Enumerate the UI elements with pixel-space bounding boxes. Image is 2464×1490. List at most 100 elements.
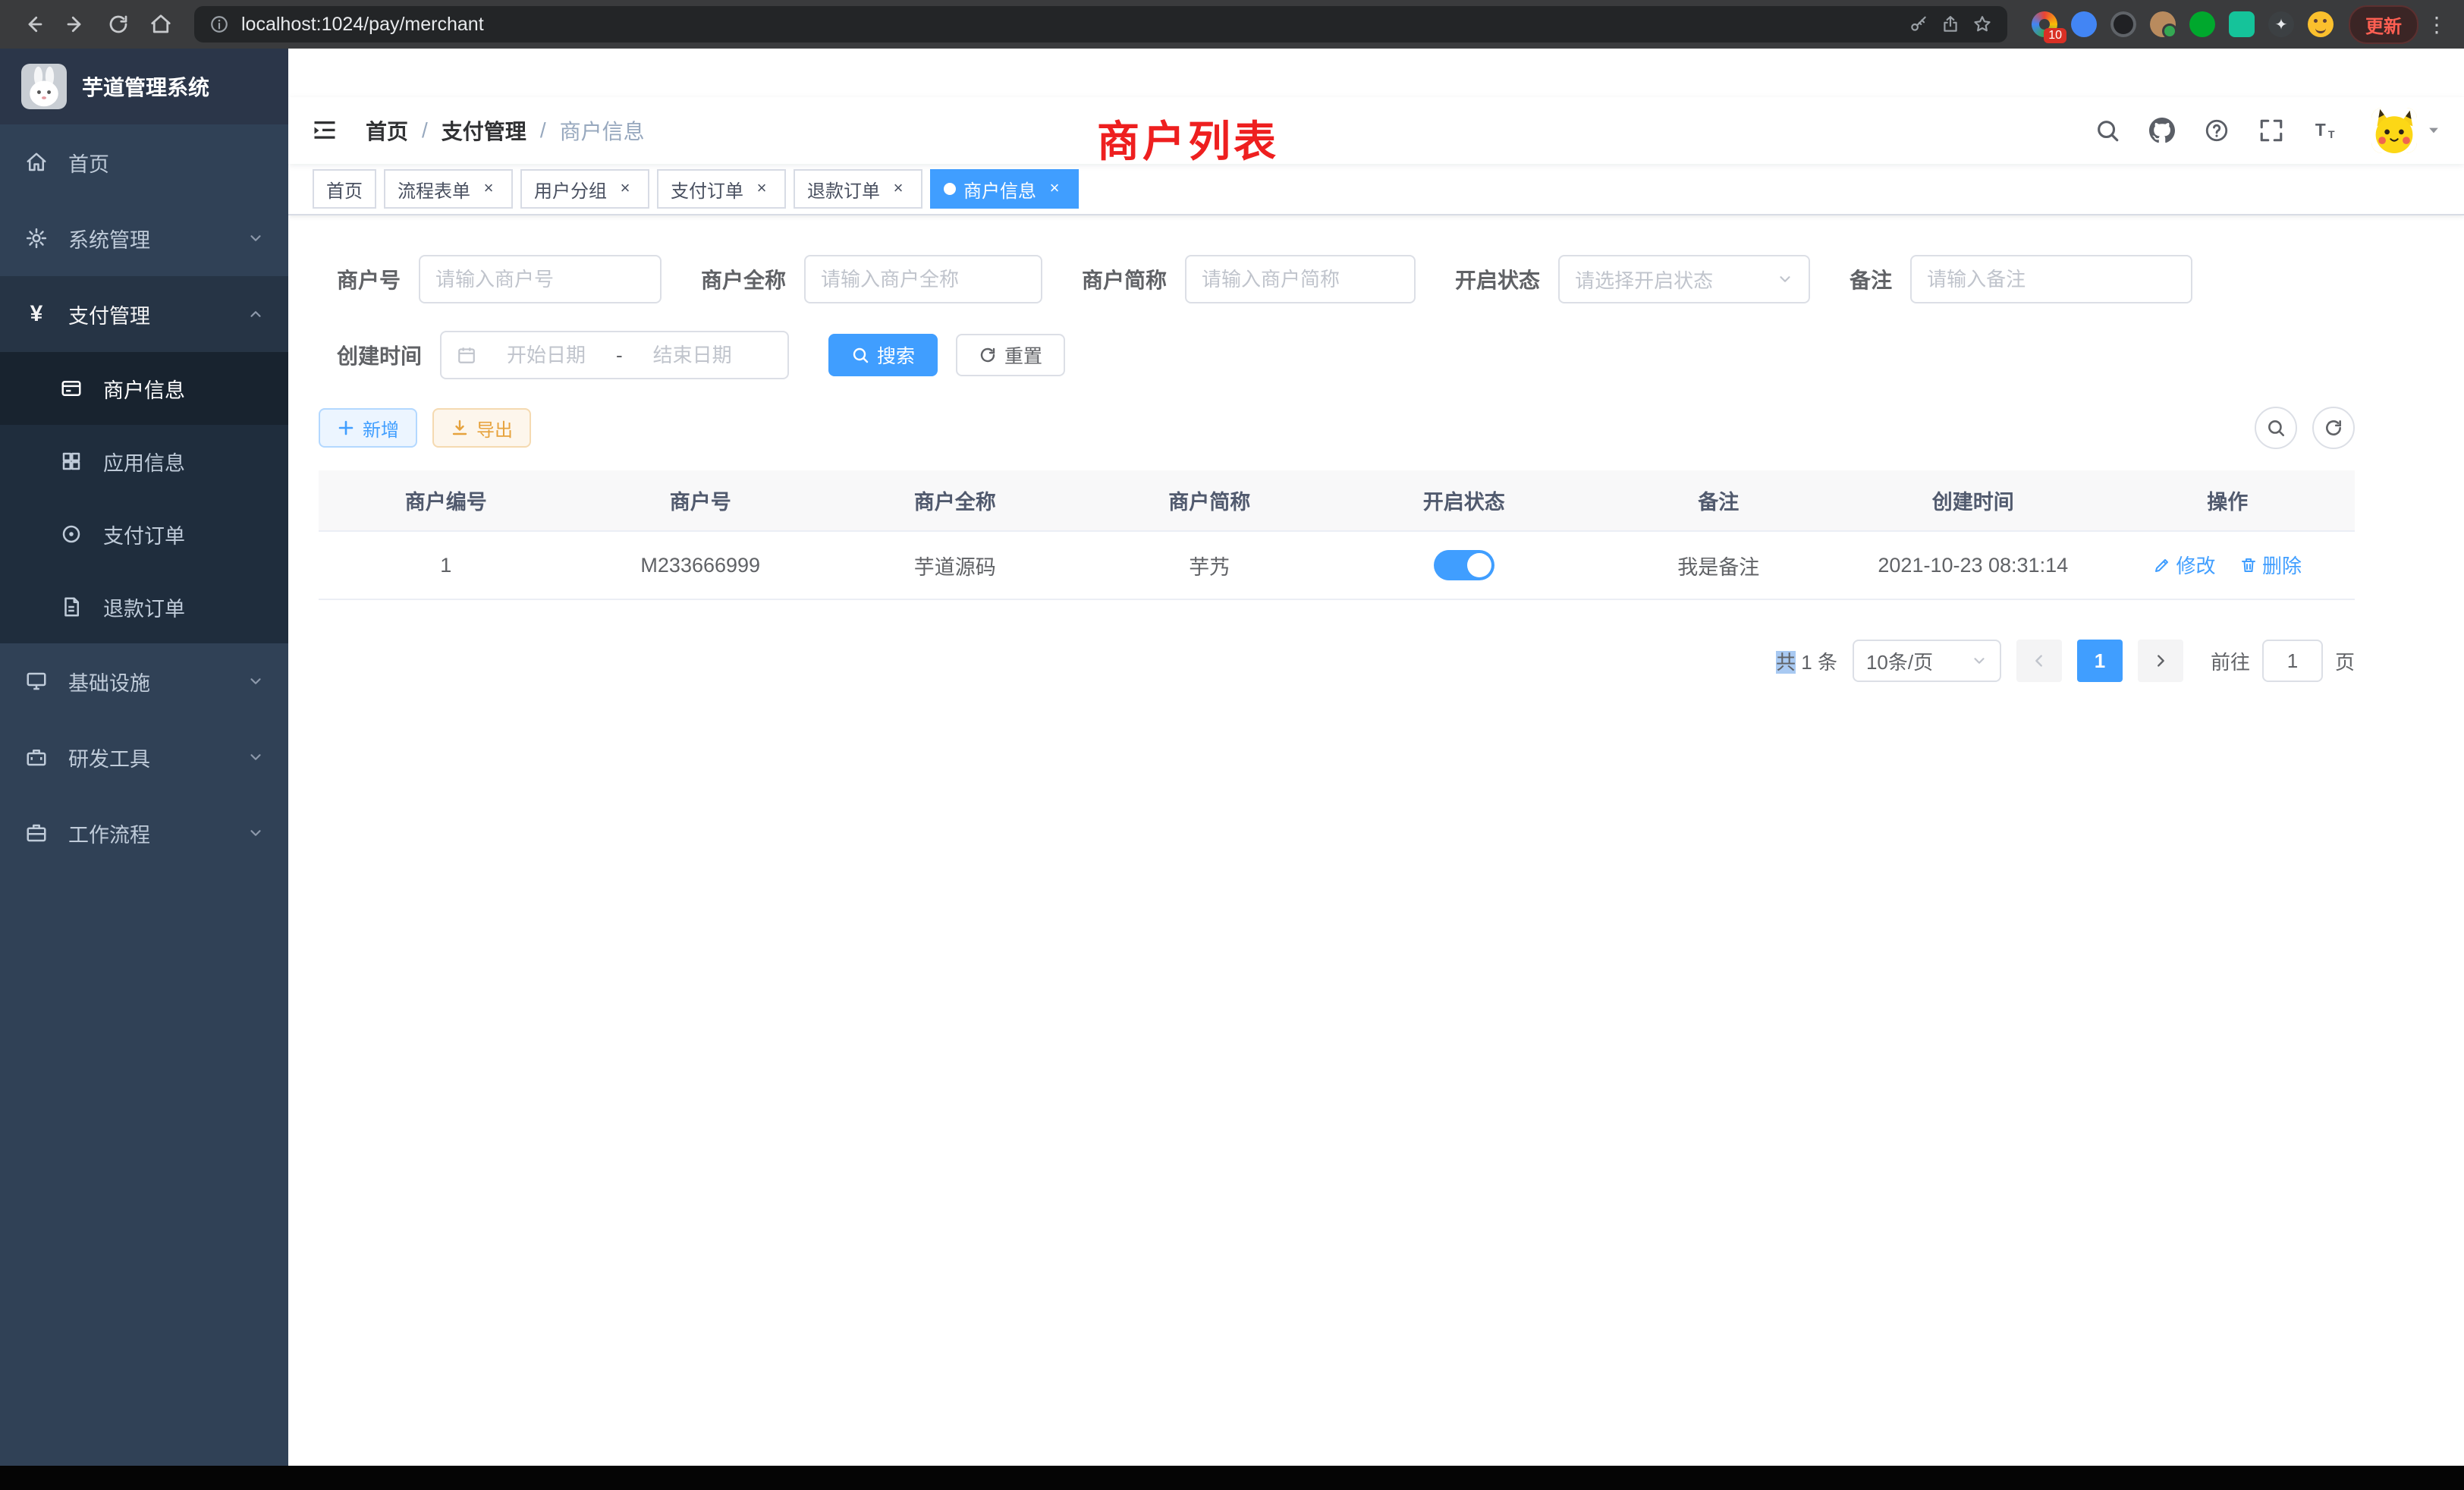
next-page-button[interactable] — [2138, 640, 2183, 682]
extension-dark-icon[interactable] — [2110, 11, 2136, 37]
browser-back-icon[interactable] — [15, 6, 52, 42]
date-range-picker[interactable]: - — [440, 331, 789, 379]
short-name-input[interactable] — [1185, 255, 1416, 303]
breadcrumb-payment[interactable]: 支付管理 — [442, 115, 526, 146]
export-button[interactable]: 导出 — [432, 408, 531, 448]
sidebar-item-dev-tools[interactable]: 研发工具 — [0, 719, 288, 795]
font-size-icon[interactable]: TT — [2311, 115, 2341, 146]
tab-process-form[interactable]: 流程表单 × — [384, 169, 513, 209]
remark-field[interactable] — [1927, 268, 2176, 291]
filter-label: 商户全称 — [701, 264, 786, 294]
close-icon[interactable]: × — [478, 178, 499, 200]
sidebar-toggle-icon[interactable] — [311, 115, 341, 146]
filter-label: 商户号 — [337, 264, 401, 294]
tab-user-group[interactable]: 用户分组 × — [520, 169, 649, 209]
end-date-field[interactable] — [632, 344, 753, 367]
search-button[interactable]: 搜索 — [828, 334, 938, 376]
browser-forward-icon[interactable] — [58, 6, 94, 42]
remark-input[interactable] — [1910, 255, 2192, 303]
caret-down-icon — [2426, 123, 2441, 138]
sidebar-item-workflow[interactable]: 工作流程 — [0, 795, 288, 871]
browser-update-button[interactable]: 更新 — [2349, 5, 2418, 44]
close-icon[interactable]: × — [1044, 178, 1065, 200]
add-button[interactable]: 新增 — [319, 408, 417, 448]
browser-toolbar: localhost:1024/pay/merchant 10 ✦ 更新 ⋮ — [0, 0, 2464, 49]
sidebar-item-app-info[interactable]: 应用信息 — [0, 425, 288, 498]
sidebar-item-system[interactable]: 系统管理 — [0, 200, 288, 276]
status-toggle[interactable] — [1434, 550, 1494, 580]
delete-link[interactable]: 删除 — [2239, 551, 2302, 579]
sidebar-item-home[interactable]: 首页 — [0, 124, 288, 200]
search-icon[interactable] — [2092, 115, 2123, 146]
github-icon[interactable] — [2147, 115, 2177, 146]
extension-square-icon[interactable] — [2229, 11, 2255, 37]
page-1-button[interactable]: 1 — [2077, 640, 2123, 682]
sidebar-item-infrastructure[interactable]: 基础设施 — [0, 643, 288, 719]
logo[interactable]: 芋道管理系统 — [0, 49, 288, 124]
browser-home-icon[interactable] — [143, 6, 179, 42]
close-icon[interactable]: × — [888, 178, 909, 200]
page-size-select[interactable]: 10条/页 — [1853, 640, 2001, 682]
refresh-table-button[interactable] — [2312, 407, 2355, 449]
short-name-field[interactable] — [1202, 268, 1399, 291]
sidebar-item-merchant-info[interactable]: 商户信息 — [0, 352, 288, 425]
bookmark-star-icon[interactable] — [1972, 14, 1992, 34]
tab-pay-orders[interactable]: 支付订单 × — [657, 169, 786, 209]
status-select[interactable]: 请选择开启状态 — [1558, 255, 1810, 303]
goto-group: 前往 页 — [2211, 640, 2355, 682]
close-icon[interactable]: × — [614, 178, 636, 200]
screen-bottom-edge — [0, 1466, 2464, 1490]
sidebar-item-refund-orders[interactable]: 退款订单 — [0, 571, 288, 643]
user-menu[interactable] — [2371, 108, 2441, 153]
payment-submenu: 商户信息 应用信息 支付订单 退款订单 — [0, 352, 288, 643]
extension-blue-icon[interactable] — [2071, 11, 2097, 37]
password-key-icon[interactable] — [1909, 14, 1928, 34]
navbar: 首页 / 支付管理 / 商户信息 商户列表 — [288, 97, 2464, 164]
filter-merchant-no: 商户号 — [337, 255, 662, 303]
export-button-label: 导出 — [476, 415, 513, 442]
close-icon[interactable]: × — [751, 178, 772, 200]
sidebar-item-label: 基础设施 — [68, 667, 150, 696]
tab-home[interactable]: 首页 — [313, 169, 376, 209]
extension-smiley-icon[interactable] — [2308, 11, 2334, 37]
cell-create-time: 2021-10-23 08:31:14 — [1846, 531, 2101, 599]
start-date-field[interactable] — [486, 344, 607, 367]
tab-label: 流程表单 — [398, 176, 470, 203]
extension-profile-icon[interactable] — [2150, 11, 2176, 37]
help-icon[interactable] — [2202, 115, 2232, 146]
merchant-no-field[interactable] — [435, 268, 645, 291]
monitor-icon — [24, 669, 49, 693]
sidebar: 芋道管理系统 首页 系统管理 ¥ 支付管理 — [0, 49, 288, 1466]
page-content: 商户号 商户全称 商户简称 — [288, 215, 2464, 682]
browser-refresh-icon[interactable] — [100, 6, 137, 42]
prev-page-button[interactable] — [2016, 640, 2062, 682]
merchant-no-input[interactable] — [419, 255, 662, 303]
browser-menu-icon[interactable]: ⋮ — [2425, 12, 2449, 37]
site-info-icon[interactable] — [209, 14, 229, 34]
app-title: 芋道管理系统 — [82, 71, 209, 102]
sidebar-item-payment[interactable]: ¥ 支付管理 — [0, 276, 288, 352]
edit-link[interactable]: 修改 — [2153, 551, 2215, 579]
toggle-search-button[interactable] — [2255, 407, 2297, 449]
extension-pinwheel-icon[interactable]: ✦ — [2268, 11, 2294, 37]
breadcrumb-home[interactable]: 首页 — [366, 115, 408, 146]
col-remark: 备注 — [1592, 470, 1846, 531]
sidebar-item-pay-orders[interactable]: 支付订单 — [0, 498, 288, 571]
tab-refund-orders[interactable]: 退款订单 × — [794, 169, 922, 209]
tab-merchant-info[interactable]: 商户信息 × — [930, 169, 1079, 209]
url-text[interactable]: localhost:1024/pay/merchant — [241, 14, 1897, 36]
goto-page-input[interactable] — [2262, 640, 2323, 682]
avatar[interactable] — [2371, 108, 2417, 153]
full-name-input[interactable] — [804, 255, 1042, 303]
extensions-icon[interactable]: 10 — [2032, 11, 2057, 37]
tab-label: 退款订单 — [807, 176, 880, 203]
share-icon[interactable] — [1941, 14, 1960, 34]
filter-row-2: 创建时间 - 搜索 重置 — [319, 331, 2355, 379]
col-short-name: 商户简称 — [1083, 470, 1337, 531]
reset-button[interactable]: 重置 — [956, 334, 1065, 376]
add-button-label: 新增 — [363, 415, 399, 442]
full-name-field[interactable] — [821, 268, 1026, 291]
address-bar[interactable]: localhost:1024/pay/merchant — [194, 6, 2007, 42]
fullscreen-icon[interactable] — [2256, 115, 2286, 146]
extension-green-icon[interactable] — [2189, 11, 2215, 37]
